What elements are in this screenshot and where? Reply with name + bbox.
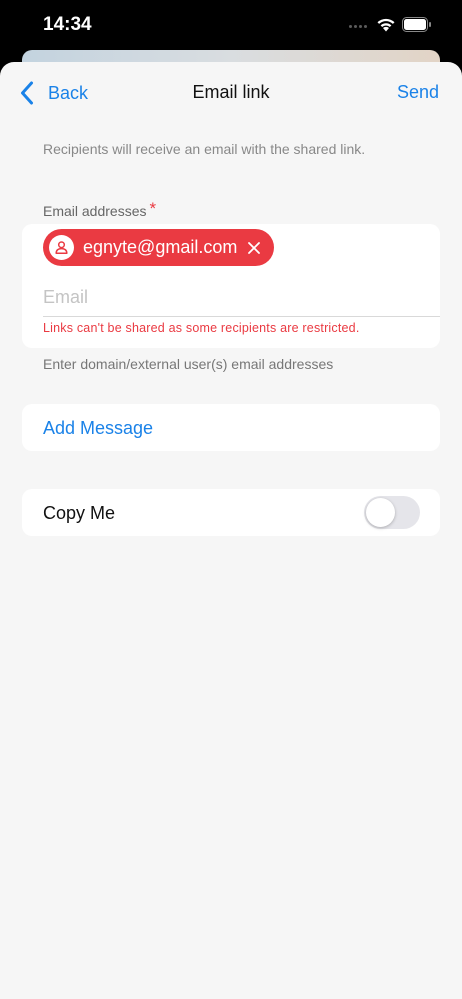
input-divider [43, 316, 440, 317]
chip-avatar [49, 235, 74, 260]
add-message-button[interactable]: Add Message [22, 404, 440, 451]
copy-me-toggle[interactable] [364, 496, 420, 529]
close-icon[interactable] [247, 241, 261, 255]
person-icon [55, 241, 68, 254]
email-addresses-label: Email addresses * [43, 199, 157, 221]
recipient-chip[interactable]: egnyte@gmail.com [43, 229, 274, 266]
email-addresses-card: egnyte@gmail.com Links can't be shared a… [22, 224, 440, 348]
send-button[interactable]: Send [397, 82, 439, 103]
restricted-error-message: Links can't be shared as some recipients… [43, 321, 360, 335]
email-helper-text: Enter domain/external user(s) email addr… [43, 356, 334, 372]
email-input[interactable] [43, 282, 418, 312]
battery-icon [402, 17, 431, 32]
recipients-hint: Recipients will receive an email with th… [43, 141, 366, 157]
wifi-icon [377, 18, 395, 32]
recipient-chip-email: egnyte@gmail.com [83, 237, 238, 257]
copy-me-label: Copy Me [43, 503, 116, 523]
signal-dots-icon [349, 25, 369, 29]
status-time: 14:34 [43, 14, 92, 35]
email-link-sheet: Back Email link Send Recipients will rec… [0, 62, 462, 999]
page-title: Email link [192, 82, 270, 102]
required-marker: * [149, 199, 157, 218]
email-addresses-label-text: Email addresses [43, 203, 147, 219]
toggle-knob [366, 498, 395, 527]
copy-me-row: Copy Me [22, 489, 440, 536]
status-bar: 14:34 [0, 0, 462, 52]
add-message-label: Add Message [43, 418, 154, 438]
